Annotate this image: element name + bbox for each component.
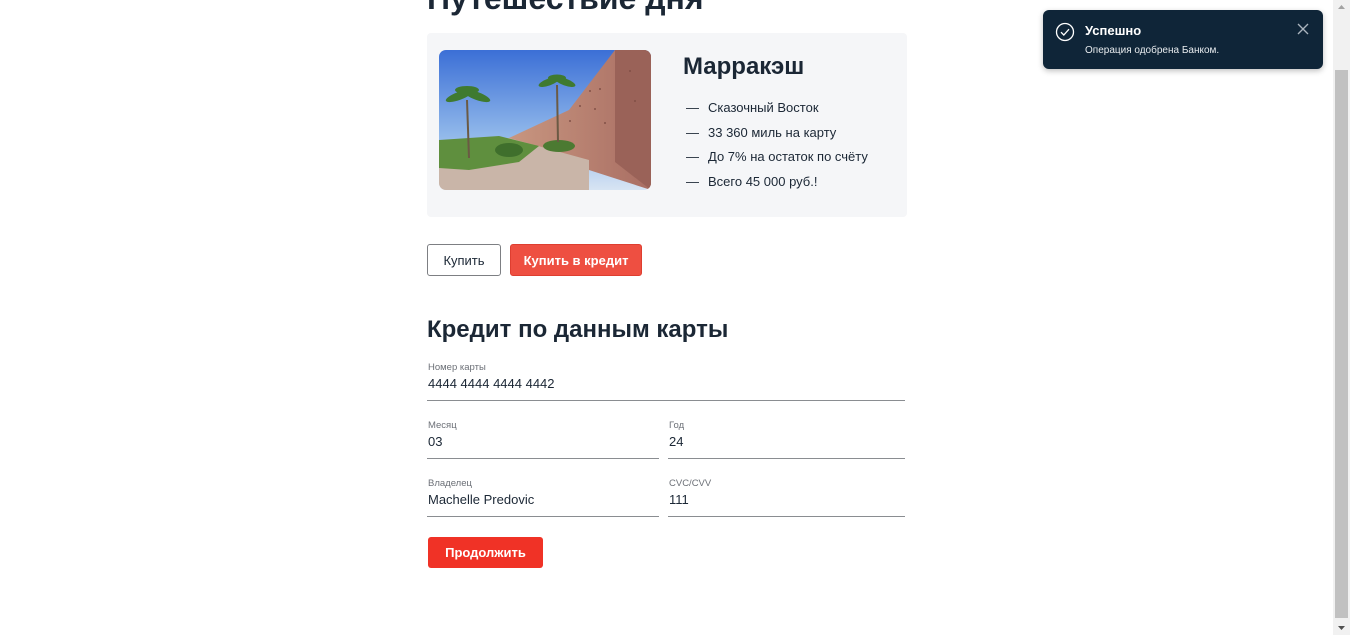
notification-title: Успешно (1085, 23, 1142, 38)
dash: — (686, 173, 699, 189)
cvc-input[interactable] (669, 492, 904, 507)
card-number-field: Номер карты (427, 362, 905, 401)
notification-message: Операция одобрена Банком. (1085, 45, 1220, 56)
offer-image (439, 50, 651, 190)
buy-button[interactable]: Купить (427, 244, 501, 276)
feature-item: — 33 360 миль на карту (686, 124, 868, 149)
feature-item: — Всего 45 000 руб.! (686, 173, 868, 198)
scroll-up-arrow-icon[interactable] (1333, 0, 1350, 14)
feature-item: — Сказочный Восток (686, 99, 868, 124)
form-title: Кредит по данным карты (427, 316, 729, 343)
page-title: Путешествие дня (427, 0, 704, 17)
dash: — (686, 124, 699, 140)
scrollbar[interactable] (1333, 0, 1350, 635)
year-field: Год (668, 420, 905, 459)
month-field: Месяц (427, 420, 659, 459)
scroll-down-arrow-icon[interactable] (1333, 621, 1350, 635)
month-label: Месяц (428, 420, 457, 431)
feature-text: До 7% на остаток по счёту (708, 149, 868, 164)
owner-input[interactable] (428, 492, 658, 507)
offer-card: Марракэш — Сказочный Восток — 33 360 миль … (427, 33, 907, 217)
scrollbar-thumb[interactable] (1335, 70, 1348, 618)
owner-label: Владелец (428, 478, 472, 489)
success-notification: Успешно Операция одобрена Банком. (1043, 10, 1323, 69)
feature-item: — До 7% на остаток по счёту (686, 148, 868, 173)
dash: — (686, 149, 699, 164)
owner-field: Владелец (427, 478, 659, 517)
continue-button[interactable]: Продолжить (428, 537, 543, 568)
feature-text: Сказочный Восток (708, 100, 819, 115)
card-number-input[interactable] (428, 376, 904, 391)
check-circle-icon (1055, 22, 1075, 42)
year-label: Год (669, 420, 685, 431)
buy-credit-button[interactable]: Купить в кредит (510, 244, 642, 276)
close-icon[interactable] (1296, 22, 1310, 36)
month-input[interactable] (428, 434, 658, 449)
offer-features: — Сказочный Восток —33 360 миль на карту … (686, 99, 868, 197)
feature-text: 33 360 миль на карту (708, 124, 837, 140)
offer-title: Марракэш (683, 53, 805, 80)
cvc-label: CVC/CVV (669, 478, 712, 489)
year-input[interactable] (669, 434, 904, 449)
feature-text: Всего 45 000 руб.! (708, 173, 818, 189)
cvc-field: CVC/CVV (668, 478, 905, 517)
card-number-label: Номер карты (428, 362, 486, 373)
dash: — (686, 100, 699, 115)
